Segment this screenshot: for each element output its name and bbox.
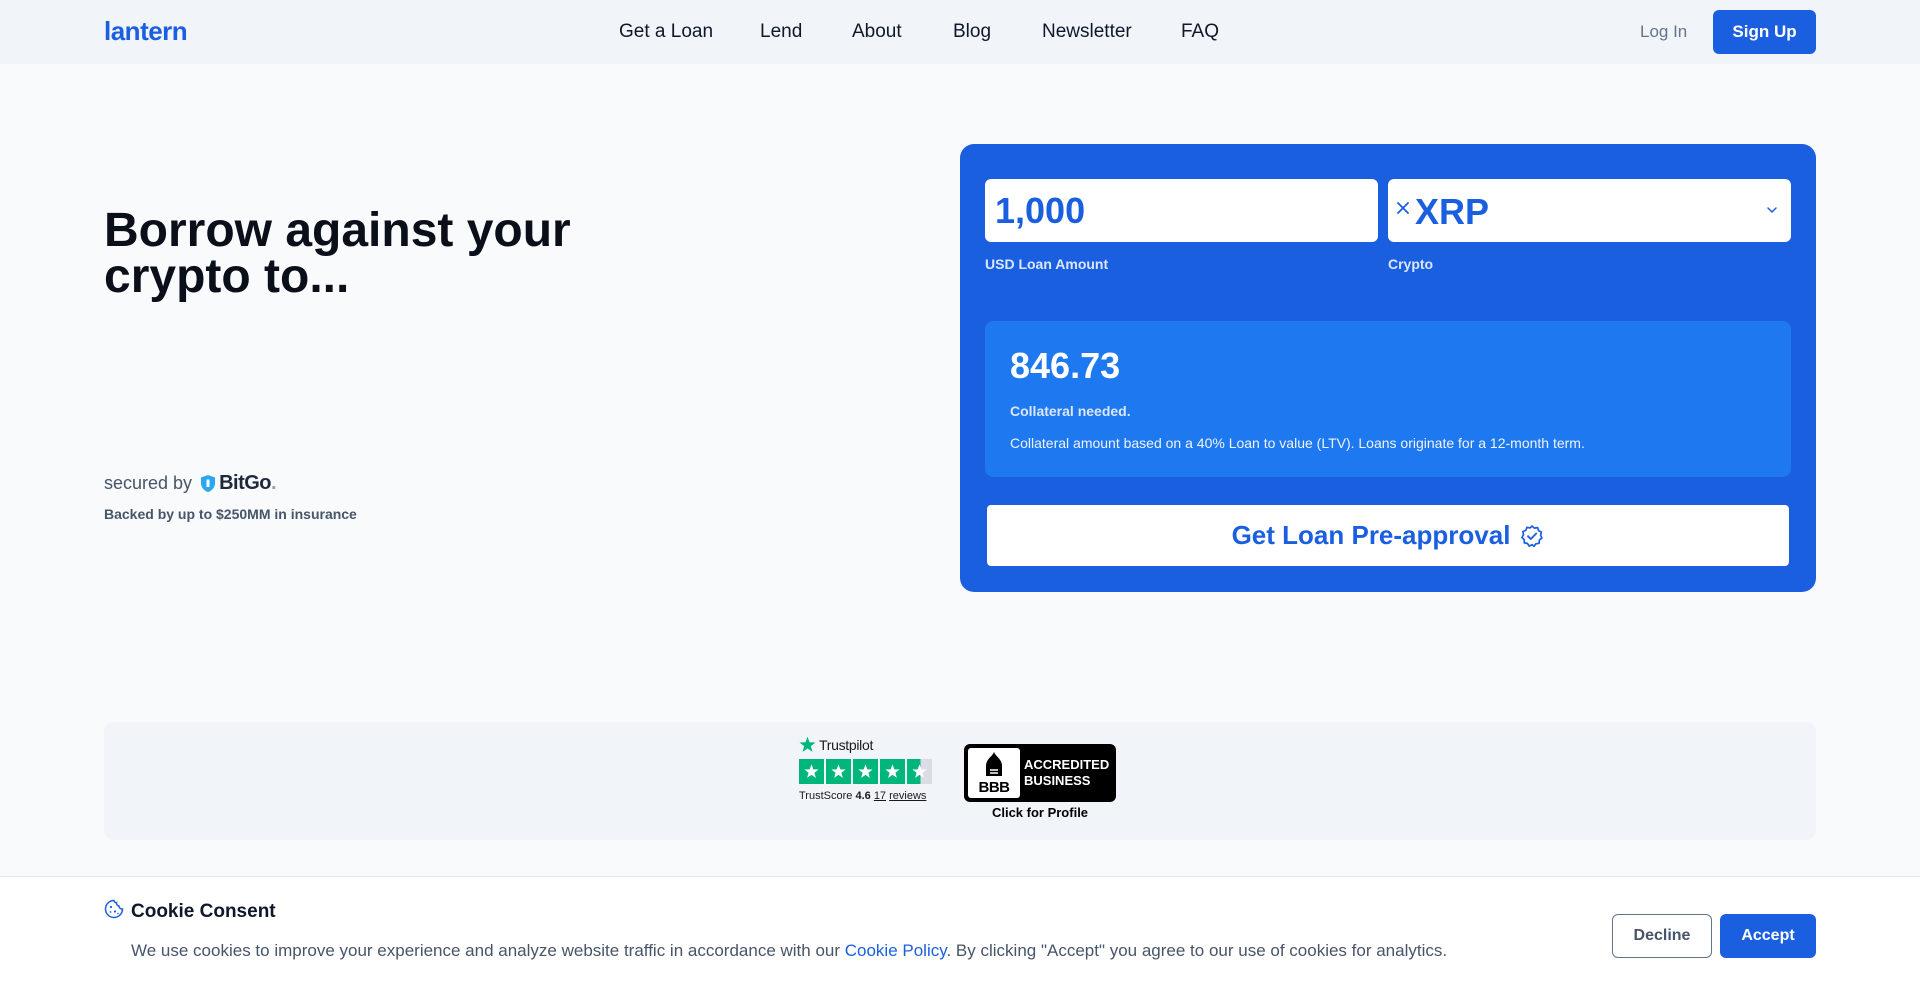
cookie-text: We use cookies to improve your experienc…: [131, 941, 1447, 961]
cookie-text-after: . By clicking "Accept" you agree to our …: [946, 941, 1448, 960]
nav-about[interactable]: About: [852, 21, 902, 43]
trustscore-value: 4.6: [855, 790, 871, 802]
review-count[interactable]: 17: [874, 790, 886, 802]
cookie-icon: [104, 899, 124, 919]
bbb-seal: BBB: [968, 748, 1020, 798]
cookie-title: Cookie Consent: [131, 901, 276, 922]
hero-title: Borrow against your crypto to...: [104, 204, 571, 303]
cookie-text-before: We use cookies to improve your experienc…: [131, 941, 845, 960]
nav-newsletter[interactable]: Newsletter: [1042, 21, 1132, 43]
trustscore: TrustScore 4.6 17 reviews: [799, 790, 939, 802]
star-icon: [799, 736, 816, 752]
crypto-select[interactable]: XRP: [1388, 179, 1791, 242]
bbb-business: BUSINESS: [1024, 773, 1091, 788]
trustpilot-star: [907, 759, 932, 784]
lantern-logo[interactable]: lantern: [104, 16, 188, 47]
loan-amount-label: USD Loan Amount: [985, 256, 1109, 272]
secured-by-label: secured by: [104, 473, 193, 493]
close-icon[interactable]: [1396, 201, 1410, 215]
torch-icon: [986, 752, 1002, 776]
cookie-policy-link[interactable]: Cookie Policy: [845, 941, 947, 960]
nav-blog[interactable]: Blog: [953, 21, 991, 43]
trustpilot-widget[interactable]: Trustpilot TrustScore 4.6 17 reviews: [799, 736, 939, 802]
trustpilot-star: [799, 759, 824, 784]
check-badge-icon: [1520, 524, 1544, 548]
insurance-note: Backed by up to $250MM in insurance: [104, 506, 357, 522]
signup-button[interactable]: Sign Up: [1713, 10, 1816, 54]
cta-label: Get Loan Pre-approval: [1231, 520, 1511, 550]
collateral-result: 846.73 Collateral needed. Collateral amo…: [985, 321, 1791, 477]
reviews-link[interactable]: reviews: [889, 790, 926, 802]
nav-get-a-loan[interactable]: Get a Loan: [619, 21, 713, 43]
trustpilot-star: [853, 759, 878, 784]
chevron-down-icon[interactable]: [1767, 207, 1777, 214]
bitgo-dot: .: [271, 472, 277, 494]
loan-amount-input[interactable]: [985, 179, 1378, 242]
loan-calculator: USD Loan Amount XRP Crypto 846.73 Collat…: [960, 144, 1816, 592]
main-nav: Get a Loan Lend About Blog Newsletter FA…: [0, 0, 1920, 64]
collateral-note: Collateral amount based on a 40% Loan to…: [1010, 435, 1585, 451]
collateral-amount: 846.73: [1010, 345, 1121, 386]
get-loan-preapproval-button[interactable]: Get Loan Pre-approval: [987, 505, 1789, 566]
crypto-selected-value: XRP: [1415, 191, 1490, 232]
bbb-accredited: ACCREDITED: [1024, 757, 1110, 772]
trust-badges: Trustpilot TrustScore 4.6 17 reviews BBB…: [104, 722, 1816, 840]
bbb-profile-link[interactable]: Click for Profile: [964, 805, 1116, 820]
accept-button[interactable]: Accept: [1720, 914, 1816, 958]
trustpilot-star: [826, 759, 851, 784]
crypto-label: Crypto: [1388, 256, 1434, 272]
trustscore-label: TrustScore: [799, 790, 853, 802]
secured-by: secured by BitGo.: [104, 472, 277, 495]
nav-lend[interactable]: Lend: [760, 21, 802, 43]
trustpilot-stars: [799, 759, 939, 784]
login-link[interactable]: Log In: [1640, 22, 1687, 42]
bbb-accreditation[interactable]: BBB ACCREDITED BUSINESS Click for Profil…: [964, 744, 1124, 820]
bitgo-wordmark: BitGo: [219, 472, 271, 494]
bbb-seal-text: BBB: [978, 779, 1011, 796]
site-header: lantern Get a Loan Lend About Blog Newsl…: [0, 0, 1920, 64]
shield-icon: [201, 475, 216, 492]
trustpilot-star: [880, 759, 905, 784]
bitgo-logo: BitGo.: [200, 472, 277, 495]
collateral-label: Collateral needed.: [1010, 403, 1131, 419]
trustpilot-name: Trustpilot: [819, 736, 874, 753]
cookie-banner: Cookie Consent We use cookies to improve…: [0, 876, 1920, 993]
decline-button[interactable]: Decline: [1612, 914, 1712, 958]
nav-faq[interactable]: FAQ: [1181, 21, 1219, 43]
